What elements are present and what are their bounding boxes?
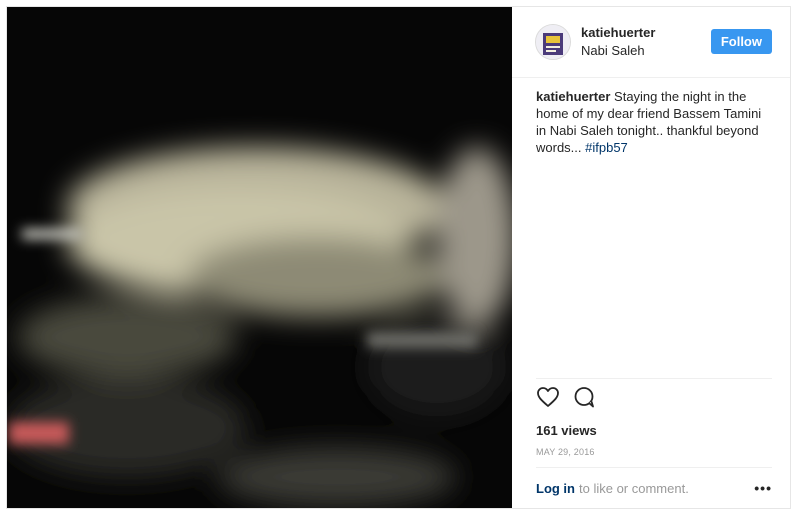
- post-header: katiehuerter Nabi Saleh Follow: [512, 7, 790, 78]
- login-link[interactable]: Log in: [536, 481, 575, 496]
- more-options-icon[interactable]: •••: [754, 480, 772, 496]
- heart-icon[interactable]: [536, 385, 560, 414]
- post-sidebar: katiehuerter Nabi Saleh Follow katiehuer…: [512, 7, 790, 508]
- hashtag-link[interactable]: #ifpb57: [585, 140, 628, 155]
- username[interactable]: katiehuerter: [581, 25, 711, 40]
- comment-footer: Log in to like or comment. •••: [536, 467, 772, 508]
- avatar-image: [536, 24, 570, 59]
- login-prompt: to like or comment.: [579, 480, 689, 496]
- comment-icon[interactable]: [572, 385, 596, 414]
- post-frame: katiehuerter Nabi Saleh Follow katiehuer…: [6, 6, 791, 509]
- avatar[interactable]: [535, 23, 571, 60]
- post-video[interactable]: [7, 7, 512, 508]
- post-date[interactable]: MAY 29, 2016: [536, 447, 772, 457]
- caption-username[interactable]: katiehuerter: [536, 89, 610, 104]
- actions-section: 161 views MAY 29, 2016: [536, 377, 772, 468]
- follow-button[interactable]: Follow: [710, 29, 772, 55]
- location[interactable]: Nabi Saleh: [581, 43, 711, 58]
- caption: katiehuerter Staying the night in the ho…: [512, 78, 790, 378]
- view-count[interactable]: 161 views: [536, 423, 772, 438]
- blurred-video-frame: [7, 7, 512, 508]
